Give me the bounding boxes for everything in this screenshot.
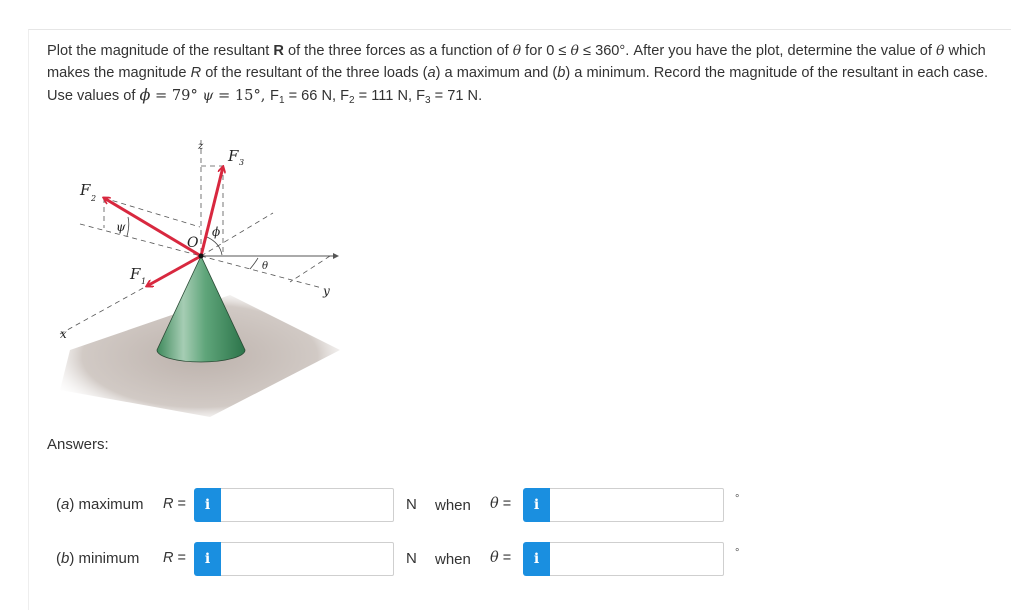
resultant-symbol-bold: R — [273, 43, 284, 59]
problem-text: for 0 ≤ — [521, 43, 571, 59]
phi-label: ϕ — [212, 225, 220, 239]
f2-label-sub: 2 — [90, 194, 96, 203]
f3-value: = 71 N. — [430, 88, 483, 104]
degree-symbol: ° — [735, 493, 740, 505]
row-label: (b) minimum — [56, 550, 139, 567]
plane-line — [79, 223, 202, 257]
f1-symbol: F — [270, 88, 279, 104]
problem-text: Plot the magnitude of the resultant — [47, 43, 274, 59]
theta-symbol: θ — [490, 496, 499, 512]
when-label: when — [435, 551, 471, 568]
equals-sign: = — [498, 550, 512, 566]
r-symbol: R — [163, 496, 174, 512]
degree-symbol: ° — [735, 547, 740, 559]
info-icon-button[interactable]: i — [194, 488, 221, 522]
answer-row-maximum: (a) maximum R = i N when θ = i ° — [56, 488, 816, 522]
problem-text: of the three forces as a function of — [283, 43, 513, 59]
unit-label: N — [406, 550, 417, 567]
theta-arc — [249, 257, 259, 270]
problem-text: of the resultant of the three loads ( — [201, 64, 428, 81]
problem-text: ≤ 360°. After you have the plot, determi… — [578, 43, 936, 59]
info-icon-button[interactable]: i — [523, 542, 550, 576]
f3-label-sub: 3 — [239, 158, 244, 167]
part-label-text: ) maximum — [69, 496, 144, 513]
min-r-input[interactable] — [221, 542, 394, 576]
phi-value: = 79° — [150, 87, 203, 104]
f2-value: = 111 N, — [354, 88, 417, 104]
f2-symbol: F — [340, 88, 350, 104]
theta-symbol: θ — [490, 550, 499, 566]
theta-equals-label: θ = — [490, 496, 511, 512]
part-a-letter: a — [427, 64, 436, 81]
theta-equals-label: θ = — [490, 550, 511, 566]
f1-label-sub: 1 — [141, 277, 146, 286]
psi-symbol: ψ — [202, 88, 214, 104]
answer-row-minimum: (b) minimum R = i N when θ = i ° — [56, 542, 816, 576]
psi-arc — [126, 216, 130, 237]
info-icon-button[interactable]: i — [194, 542, 221, 576]
info-icon-button[interactable]: i — [523, 488, 550, 522]
f1-value: = 66 N, — [284, 88, 341, 104]
origin-point — [198, 253, 204, 259]
theta-symbol: θ — [512, 43, 522, 59]
f3-label: F — [227, 147, 239, 165]
theta-label: θ — [262, 261, 268, 272]
f3-arrow — [199, 167, 223, 257]
y-plane-line — [289, 255, 331, 283]
max-theta-input[interactable] — [550, 488, 724, 522]
r-equals-label: R = — [163, 496, 186, 512]
part-label-text: ) minimum — [69, 550, 140, 567]
f3-symbol: F — [416, 88, 426, 104]
phi-arc — [206, 236, 223, 256]
x-axis-label: x — [60, 327, 67, 341]
phi-symbol: ϕ — [139, 85, 151, 104]
force-diagram: z F 3 F 2 ψ O ϕ θ F 1 y x — [59, 140, 340, 417]
r-equals-label: R = — [163, 550, 186, 566]
equals-sign: = — [498, 496, 512, 512]
min-theta-input[interactable] — [550, 542, 724, 576]
psi-value: = 15°, — [213, 87, 271, 104]
answers-heading: Answers: — [47, 436, 109, 453]
max-r-input[interactable] — [221, 488, 394, 522]
problem-statement: Plot the magnitude of the resultant R of… — [47, 41, 997, 108]
theta-symbol: θ — [570, 43, 579, 59]
resultant-symbol-italic: R — [190, 64, 202, 81]
origin-label: O — [187, 235, 199, 251]
z-axis-label: z — [197, 141, 204, 152]
f2-label: F — [79, 181, 91, 199]
equals-sign: = — [173, 550, 186, 566]
when-label: when — [435, 497, 471, 514]
y-axis-label: y — [322, 284, 330, 298]
psi-label: ψ — [116, 220, 126, 234]
f1-label: F — [129, 265, 141, 283]
problem-text: ) a maximum and ( — [435, 64, 558, 81]
row-label: (a) maximum — [56, 496, 144, 513]
r-symbol: R — [163, 550, 174, 566]
equals-sign: = — [173, 496, 186, 512]
unit-label: N — [406, 496, 417, 513]
